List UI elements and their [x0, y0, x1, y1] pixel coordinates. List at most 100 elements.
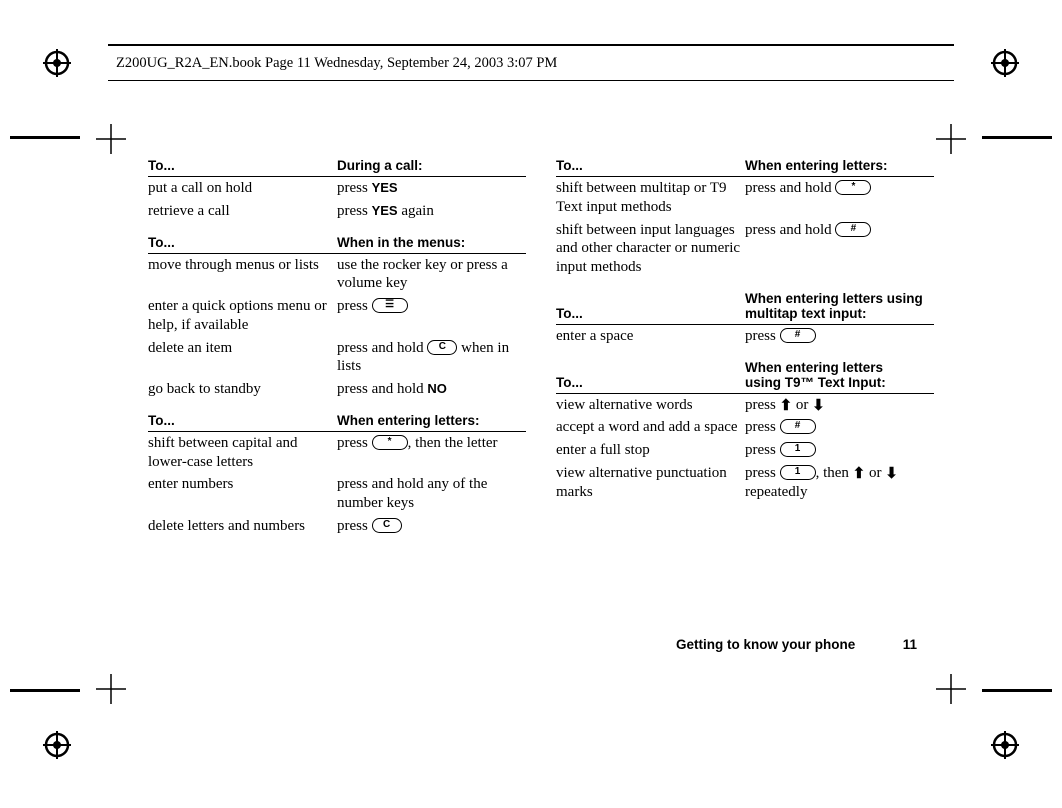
text: press and hold — [745, 180, 835, 196]
col-header: When entering letters: — [337, 411, 526, 432]
table-row: move through menus or lists use the rock… — [148, 253, 526, 295]
table-row: shift between input languages and other … — [556, 219, 934, 279]
cell-instruction: press C — [337, 515, 526, 538]
cell-instruction: press ⬆ or ⬇ — [745, 393, 934, 416]
text: press — [337, 203, 372, 219]
down-arrow-icon: ⬇ — [885, 466, 898, 481]
c-key-icon: C — [372, 518, 402, 533]
table-row: enter numbers press and hold any of the … — [148, 473, 526, 515]
col-header: To... — [148, 156, 337, 177]
text: again — [398, 203, 434, 219]
key-label: NO — [427, 381, 447, 396]
cell-action: view alternative punctuation marks — [556, 462, 745, 504]
text: press and hold — [745, 222, 835, 238]
crop-mark-icon — [936, 124, 966, 154]
text: press — [745, 397, 780, 413]
cell-instruction: press YES — [337, 177, 526, 200]
text: , then the letter — [408, 435, 498, 451]
text: press — [337, 180, 372, 196]
star-key-icon: * — [835, 180, 871, 195]
cell-action: enter a space — [556, 324, 745, 347]
cell-instruction: press 1, then ⬆ or ⬇ repeatedly — [745, 462, 934, 504]
text: or — [792, 397, 812, 413]
trim-mark-icon — [982, 689, 1052, 692]
content-area: To... During a call: put a call on hold … — [148, 156, 934, 668]
table-row: accept a word and add a space press # — [556, 416, 934, 439]
col-header: To... — [556, 156, 745, 177]
hash-key-icon: # — [780, 328, 816, 343]
key-label: YES — [372, 180, 398, 195]
text: repeatedly — [745, 484, 807, 500]
cell-action: delete an item — [148, 337, 337, 379]
page: Z200UG_R2A_EN.book Page 11 Wednesday, Se… — [0, 0, 1062, 808]
entering-letters-table: To... When entering letters: shift betwe… — [148, 411, 526, 538]
one-key-icon: 1 — [780, 442, 816, 457]
registration-mark-icon — [42, 730, 72, 760]
hash-key-icon: # — [780, 419, 816, 434]
table-row: go back to standby press and hold NO — [148, 378, 526, 401]
table-row: shift between multitap or T9 Text input … — [556, 177, 934, 219]
text: press — [745, 465, 780, 481]
table-row: shift between capital and lower-case let… — [148, 431, 526, 473]
table-row: view alternative words press ⬆ or ⬇ — [556, 393, 934, 416]
cell-instruction: press YES again — [337, 200, 526, 223]
cell-action: retrieve a call — [148, 200, 337, 223]
text: press — [337, 518, 372, 534]
trim-mark-icon — [10, 136, 80, 139]
cell-instruction: press and hold * — [745, 177, 934, 219]
cell-action: accept a word and add a space — [556, 416, 745, 439]
text: , then — [816, 465, 853, 481]
registration-mark-icon — [42, 48, 72, 78]
crop-mark-icon — [96, 674, 126, 704]
cell-instruction: press # — [745, 324, 934, 347]
col-header: To... — [148, 233, 337, 254]
t9-table: To... When entering letters using T9™ Te… — [556, 358, 934, 504]
text: press — [337, 298, 372, 314]
text: or — [865, 465, 885, 481]
col-header: To... — [148, 411, 337, 432]
cell-instruction: press # — [745, 416, 934, 439]
key-label: YES — [372, 203, 398, 218]
registration-mark-icon — [990, 730, 1020, 760]
section-title: Getting to know your phone — [676, 637, 855, 652]
table-row: retrieve a call press YES again — [148, 200, 526, 223]
col-header: To... — [556, 289, 745, 325]
table-row: delete letters and numbers press C — [148, 515, 526, 538]
cell-instruction: use the rocker key or press a volume key — [337, 253, 526, 295]
cell-instruction: press and hold C when in lists — [337, 337, 526, 379]
crop-mark-icon — [96, 124, 126, 154]
text: press — [745, 442, 780, 458]
table-row: view alternative punctuation marks press… — [556, 462, 934, 504]
cell-action: shift between input languages and other … — [556, 219, 745, 279]
crop-mark-icon — [936, 674, 966, 704]
menus-table: To... When in the menus: move through me… — [148, 233, 526, 401]
col-header: When in the menus: — [337, 233, 526, 254]
trim-mark-icon — [982, 136, 1052, 139]
cell-action: move through menus or lists — [148, 253, 337, 295]
right-column: To... When entering letters: shift betwe… — [556, 156, 934, 668]
cell-action: shift between multitap or T9 Text input … — [556, 177, 745, 219]
entering-letters-right-table: To... When entering letters: shift betwe… — [556, 156, 934, 279]
left-column: To... During a call: put a call on hold … — [148, 156, 526, 668]
page-footer: Getting to know your phone 11 — [676, 637, 917, 652]
col-header: During a call: — [337, 156, 526, 177]
text: press — [745, 328, 780, 344]
cell-action: enter a quick options menu or help, if a… — [148, 295, 337, 337]
col-header: When entering letters using multitap tex… — [745, 289, 934, 325]
cell-action: delete letters and numbers — [148, 515, 337, 538]
cell-action: shift between capital and lower-case let… — [148, 431, 337, 473]
table-row: put a call on hold press YES — [148, 177, 526, 200]
text: press and hold — [337, 340, 427, 356]
options-key-icon: ☰ — [372, 298, 408, 313]
registration-mark-icon — [990, 48, 1020, 78]
hash-key-icon: # — [835, 222, 871, 237]
cell-instruction: press ☰ — [337, 295, 526, 337]
cell-instruction: press 1 — [745, 439, 934, 462]
table-row: delete an item press and hold C when in … — [148, 337, 526, 379]
cell-action: view alternative words — [556, 393, 745, 416]
table-row: enter a full stop press 1 — [556, 439, 934, 462]
cell-instruction: press and hold NO — [337, 378, 526, 401]
cell-action: enter numbers — [148, 473, 337, 515]
col-header: When entering letters: — [745, 156, 934, 177]
star-key-icon: * — [372, 435, 408, 450]
